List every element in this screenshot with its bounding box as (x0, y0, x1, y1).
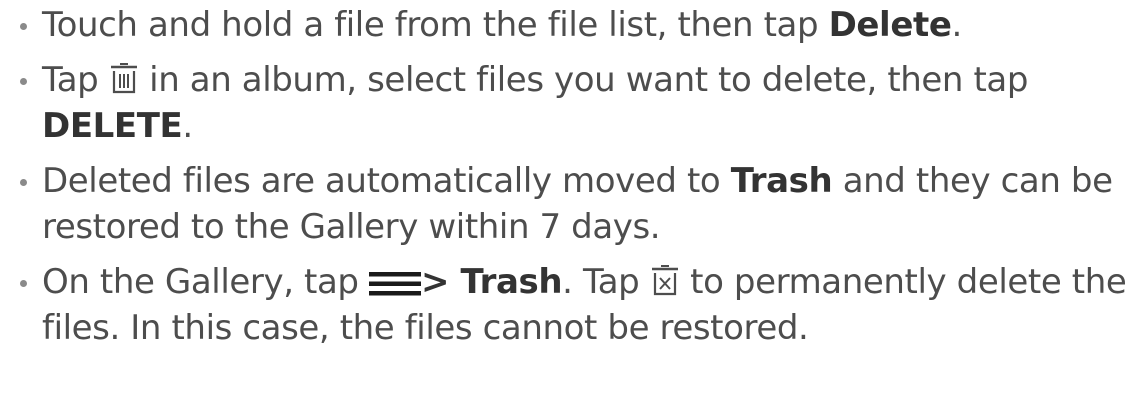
bullet-dot (20, 280, 27, 287)
item-text: . (182, 106, 193, 146)
bullet-dot (20, 179, 27, 186)
trash-icon (109, 63, 139, 95)
bold-label-trash: Trash (730, 161, 833, 201)
bold-label-trash-menu: > Trash (421, 262, 563, 302)
list-item: Deleted files are automatically moved to… (14, 158, 1134, 250)
trash-delete-icon (650, 265, 680, 297)
bold-label-delete-caps: DELETE (42, 106, 183, 146)
bullet-list: Touch and hold a file from the file list… (14, 2, 1134, 360)
bullet-dot (20, 23, 27, 30)
item-text: Deleted files are automatically moved to (42, 161, 731, 201)
item-text: in an album, select files you want to de… (138, 60, 1029, 100)
bold-label-delete: Delete (828, 5, 952, 45)
list-item: On the Gallery, tap > Trash. Tap to perm… (14, 259, 1134, 351)
item-text: On the Gallery, tap (42, 262, 369, 302)
list-item: Touch and hold a file from the file list… (14, 2, 1134, 48)
list-item: Tap in an album, select files you want t… (14, 57, 1134, 149)
item-text: . (951, 5, 963, 45)
menu-icon (369, 271, 421, 297)
item-text: . Tap (562, 262, 650, 302)
bullet-dot (20, 78, 27, 85)
item-text: Touch and hold a file from the file list… (42, 5, 829, 45)
item-text: Tap (42, 60, 109, 100)
